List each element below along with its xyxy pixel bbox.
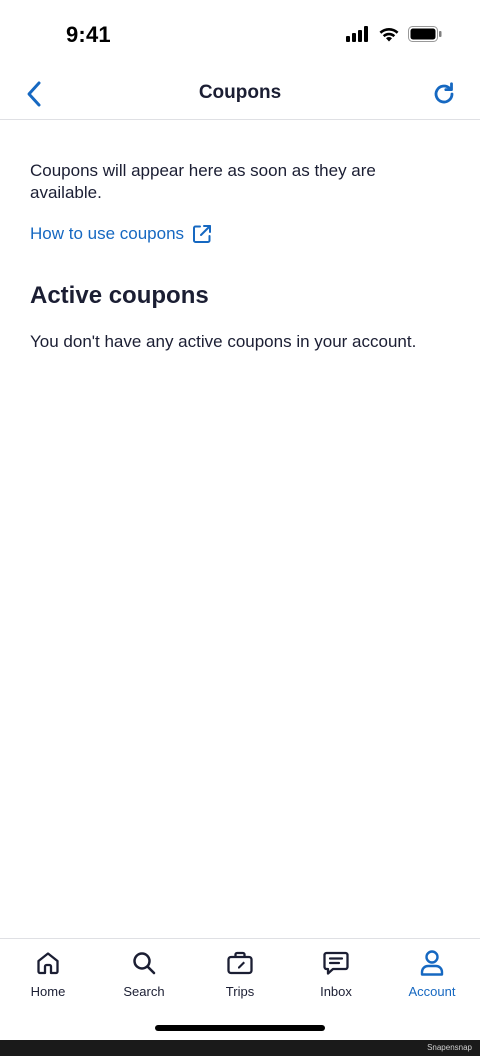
battery-icon	[408, 26, 442, 47]
active-coupons-heading: Active coupons	[30, 282, 209, 309]
tab-search[interactable]: Search	[96, 939, 192, 999]
no-coupons-message: You don't have any active coupons in you…	[30, 332, 417, 351]
status-bar: 9:41	[0, 0, 480, 70]
tab-account[interactable]: Account	[384, 939, 480, 999]
how-to-use-coupons-link[interactable]: How to use coupons	[30, 224, 212, 244]
navigation-header: Coupons	[0, 70, 480, 120]
tab-trips-label: Trips	[225, 984, 255, 999]
status-time: 9:41	[66, 22, 111, 47]
refresh-button[interactable]	[428, 78, 460, 110]
message-icon	[322, 949, 350, 977]
wifi-icon	[378, 26, 400, 47]
person-icon	[418, 949, 446, 977]
tab-inbox-label: Inbox	[320, 984, 352, 999]
bottom-tab-bar: Home Search Trips Inbox Account	[0, 938, 480, 1040]
tab-search-label: Search	[123, 984, 165, 999]
search-icon	[130, 949, 158, 977]
coupons-info-text: Coupons will appear here as soon as they…	[30, 161, 376, 202]
status-icons	[346, 26, 442, 47]
cellular-signal-icon	[346, 26, 370, 47]
home-icon	[34, 949, 62, 977]
tab-home[interactable]: Home	[0, 939, 96, 999]
home-indicator	[155, 1025, 325, 1031]
refresh-icon	[434, 82, 454, 104]
coupons-content: Coupons will appear here as soon as they…	[30, 160, 450, 352]
how-to-use-coupons-label: How to use coupons	[30, 224, 185, 243]
watermark-text: Snapensnap	[427, 1043, 472, 1052]
suitcase-icon	[226, 949, 254, 977]
tab-trips[interactable]: Trips	[192, 939, 288, 999]
tab-home-label: Home	[30, 984, 66, 999]
tab-account-label: Account	[408, 984, 456, 999]
external-link-icon	[193, 225, 212, 243]
tab-inbox[interactable]: Inbox	[288, 939, 384, 999]
footer-strip: Snapensnap	[0, 1040, 480, 1056]
page-title: Coupons	[198, 82, 282, 103]
screen: 9:41 Coupons Coupons will appear here as…	[0, 0, 480, 1056]
